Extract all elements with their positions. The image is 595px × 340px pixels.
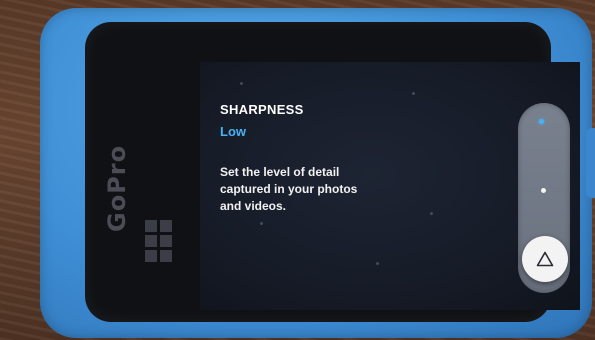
dust-speck xyxy=(376,262,379,265)
device-photo: GoPro SHARPNESS Low Set the level of det… xyxy=(0,0,595,340)
dust-speck xyxy=(412,92,415,95)
dust-speck xyxy=(260,222,263,225)
slider-handle-button[interactable] xyxy=(522,236,568,282)
protective-case: GoPro SHARPNESS Low Set the level of det… xyxy=(40,8,595,338)
dust-speck xyxy=(430,212,433,215)
brand-logo: GoPro xyxy=(103,144,131,232)
slider-level-high-dot[interactable] xyxy=(541,188,546,193)
camera-bezel: GoPro SHARPNESS Low Set the level of det… xyxy=(85,22,580,322)
setting-title: SHARPNESS xyxy=(220,102,304,117)
side-case-button xyxy=(586,128,595,198)
setting-current-value: Low xyxy=(220,124,246,139)
setting-description: Set the level of detail captured in your… xyxy=(220,165,358,213)
logo-squares-icon xyxy=(145,220,172,262)
dust-speck xyxy=(240,82,243,85)
slider-level-low-dot[interactable] xyxy=(539,119,544,124)
camera-screen: SHARPNESS Low Set the level of detail ca… xyxy=(200,62,580,310)
triangle-icon xyxy=(536,251,554,267)
